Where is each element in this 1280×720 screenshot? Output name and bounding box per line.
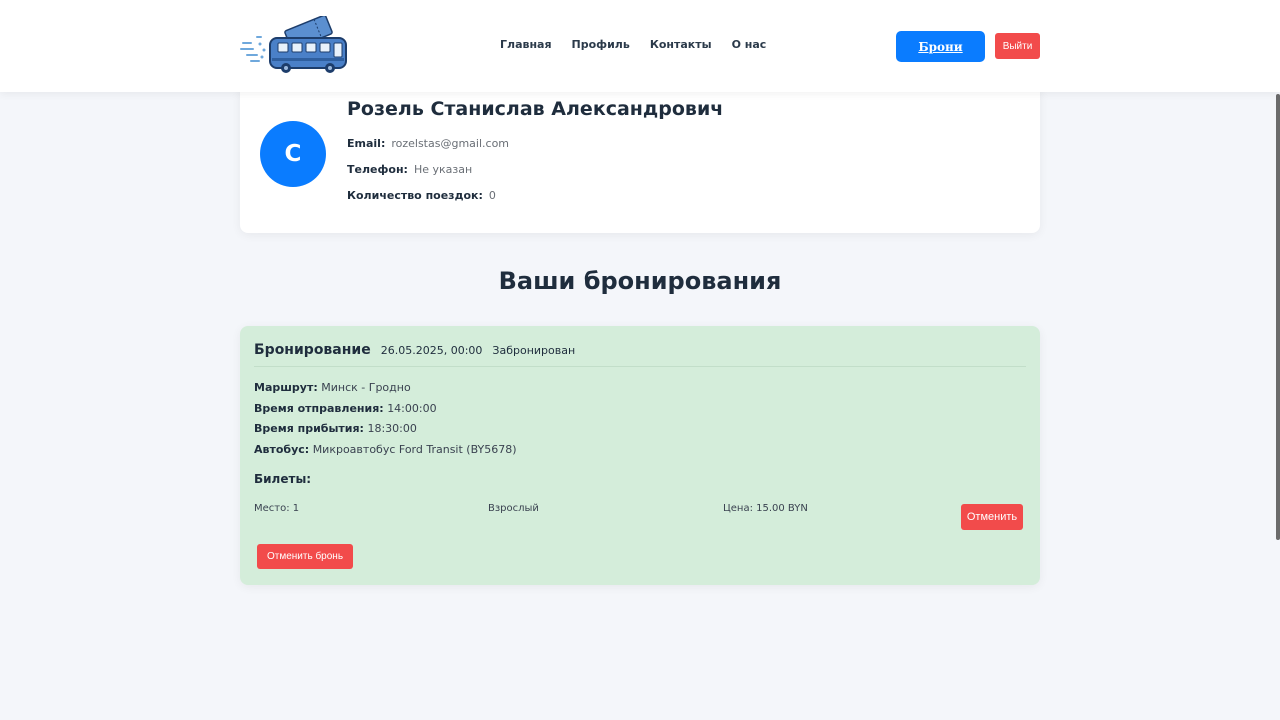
booking-date: 26.05.2025, 00:00	[380, 344, 483, 357]
bus-value: Микроавтобус Ford Transit (BY5678)	[312, 443, 517, 456]
booking-divider	[254, 366, 1026, 367]
page-scrollbar[interactable]	[1276, 94, 1280, 540]
nav-home[interactable]: Главная	[500, 38, 552, 51]
trips-label: Количество поездок:	[347, 189, 483, 202]
phone-label: Телефон:	[347, 163, 408, 176]
booking-route: Маршрут: Минск - Гродно	[254, 381, 411, 394]
booking-title: Бронирование	[254, 342, 371, 358]
site-header: Главная Профиль Контакты О нас Брони Вый…	[0, 0, 1280, 92]
booking-departure: Время отправления: 14:00:00	[254, 402, 437, 415]
profile-card: С Розель Станислав Александрович Email: r…	[240, 80, 1040, 233]
booking-header: Бронирование 26.05.2025, 00:00 Заброниро…	[254, 342, 585, 358]
logout-button[interactable]: Выйти	[995, 33, 1040, 59]
route-value: Минск - Гродно	[321, 381, 411, 394]
bus-label: Автобус:	[254, 443, 310, 456]
nav-contacts[interactable]: Контакты	[650, 38, 712, 51]
cancel-booking-button[interactable]: Отменить бронь	[257, 544, 353, 569]
ticket-seat: Место: 1	[254, 503, 300, 514]
profile-trips: Количество поездок: 0	[347, 189, 496, 202]
status-badge: Забронирован	[492, 344, 576, 357]
tickets-title: Билеты:	[254, 472, 312, 486]
profile-phone: Телефон: Не указан	[347, 163, 472, 176]
arrival-value: 18:30:00	[367, 422, 417, 435]
booking-arrival: Время прибытия: 18:30:00	[254, 422, 417, 435]
main-nav: Главная Профиль Контакты О нас	[500, 38, 786, 51]
departure-value: 14:00:00	[387, 402, 437, 415]
phone-value: Не указан	[413, 163, 473, 176]
email-label: Email:	[347, 137, 386, 150]
arrival-label: Время прибытия:	[254, 422, 364, 435]
avatar: С	[260, 121, 326, 187]
nav-profile[interactable]: Профиль	[572, 38, 630, 51]
email-value: rozelstas@gmail.com	[391, 137, 510, 150]
ticket-type: Взрослый	[488, 503, 539, 514]
route-label: Маршрут:	[254, 381, 318, 394]
cancel-ticket-button[interactable]: Отменить	[961, 504, 1023, 530]
bus-ticket-logo-icon[interactable]	[240, 16, 350, 74]
profile-email: Email: rozelstas@gmail.com	[347, 137, 509, 150]
nav-about[interactable]: О нас	[732, 38, 767, 51]
bookings-title: Ваши бронирования	[498, 267, 782, 295]
trips-value: 0	[488, 189, 496, 202]
profile-name: Розель Станислав Александрович	[347, 98, 724, 120]
departure-label: Время отправления:	[254, 402, 384, 415]
bookings-button[interactable]: Брони	[896, 31, 985, 62]
booking-bus: Автобус: Микроавтобус Ford Transit (BY56…	[254, 443, 517, 456]
booking-card: Бронирование 26.05.2025, 00:00 Заброниро…	[240, 326, 1040, 585]
ticket-price: Цена: 15.00 BYN	[723, 503, 808, 514]
